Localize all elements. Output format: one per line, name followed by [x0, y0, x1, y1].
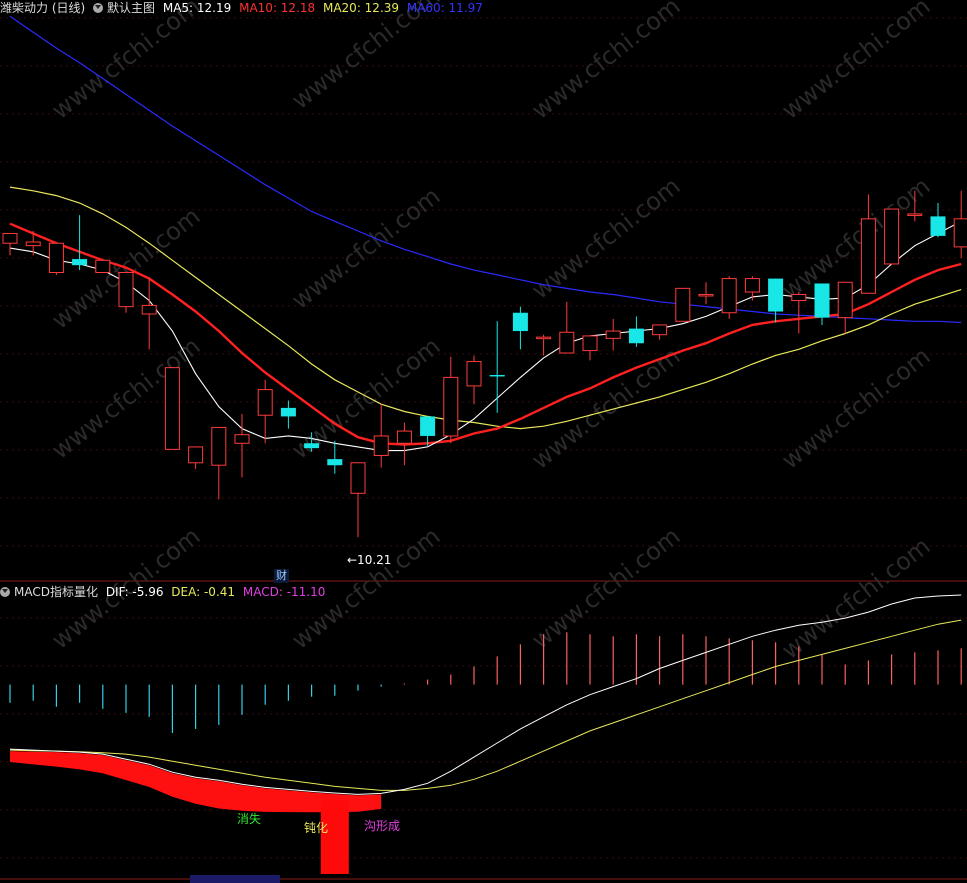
candle-body [234, 434, 250, 444]
macd-big-red-bar [320, 800, 349, 874]
date-axis-marker [190, 875, 280, 883]
candle-body [118, 271, 134, 308]
xiaoshi-label: 消失 [237, 812, 262, 826]
candle-body [930, 216, 946, 236]
watermark-text: www.cfchi.com [46, 332, 205, 465]
candle-body [48, 242, 64, 273]
watermark-text: www.cfchi.com [526, 172, 685, 305]
candle-body [443, 376, 459, 437]
candle-body [907, 213, 923, 216]
candle-body [698, 293, 714, 297]
candle-body [814, 283, 830, 318]
candle-body [304, 443, 320, 449]
candle-body [257, 389, 273, 416]
candle-body [628, 328, 644, 344]
candle-body [768, 278, 784, 312]
watermarks: www.cfchi.com www.cfchi.com www.cfchi.com w… [46, 0, 935, 665]
watermark-text: www.cfchi.com [286, 182, 445, 315]
candle-body [72, 259, 88, 266]
dea-value: DEA: -0.41 [171, 585, 236, 599]
candle-body [582, 335, 598, 352]
low-price-label: ←10.21 [347, 553, 392, 567]
candle-body [675, 287, 691, 322]
candle-body [512, 312, 528, 332]
dea-line [9, 619, 962, 791]
ma20-value: MA20: 12.39 [322, 1, 400, 15]
candle-body [327, 459, 343, 466]
candle-body [953, 218, 967, 248]
candle-body [25, 241, 41, 247]
candle-body [652, 324, 668, 336]
candle-body [837, 281, 853, 319]
candle-body [489, 374, 505, 377]
macd-header: MACD指标量化 DIF: -5.96 DEA: -0.41 MACD: -11… [0, 584, 329, 600]
watermark-text: www.cfchi.com [776, 172, 935, 305]
candle-body [791, 293, 807, 302]
main-header: 潍柴动力 (日线) 默认主图 MA5: 12.19 MA10: 12.18 MA… [0, 0, 487, 16]
dropdown-icon[interactable] [0, 587, 10, 597]
candle-body [466, 361, 482, 387]
candle-body [744, 278, 760, 293]
candle-body [536, 336, 552, 340]
candle-body [605, 330, 621, 339]
watermark-text: www.cfchi.com [526, 342, 685, 475]
gouxingcheng-label: 沟形成 [364, 819, 401, 833]
cai-badge[interactable]: 财 [274, 569, 289, 583]
stock-name[interactable]: 潍柴动力 (日线) [0, 1, 85, 15]
candle-body [164, 367, 180, 450]
watermark-text: www.cfchi.com [286, 0, 445, 115]
candle-body [350, 462, 366, 494]
candle-body [559, 331, 575, 354]
watermark-text: www.cfchi.com [776, 0, 935, 125]
watermark-text: www.cfchi.com [776, 342, 935, 475]
candle-body [141, 304, 157, 315]
watermark-text: www.cfchi.com [46, 0, 205, 125]
candle-body [211, 426, 227, 466]
candle-body [721, 278, 737, 314]
dif-value: DIF: -5.96 [105, 585, 164, 599]
ma5-value: MA5: 12.19 [162, 1, 232, 15]
candle-body [95, 259, 111, 273]
candle-body [373, 435, 389, 456]
kline-chart[interactable]: www.cfchi.com www.cfchi.com www.cfchi.com w… [0, 0, 967, 883]
ma60-value: MA60: 11.97 [406, 1, 483, 15]
watermark-text: www.cfchi.com [526, 522, 685, 655]
candle-body [884, 208, 900, 265]
macd-value: MACD: -11.10 [242, 585, 326, 599]
watermark-text: www.cfchi.com [526, 0, 685, 125]
macd-name[interactable]: MACD指标量化 [14, 585, 98, 599]
candle-body [2, 232, 18, 244]
chart-name[interactable]: 默认主图 [107, 1, 155, 15]
dropdown-icon[interactable] [93, 3, 104, 13]
candle-body [396, 430, 412, 444]
candle-body [420, 416, 436, 436]
candle-body [860, 218, 876, 294]
ma10-value: MA10: 12.18 [239, 1, 316, 15]
candle-body [280, 407, 296, 417]
candle-body [188, 446, 204, 464]
dunhua-label: 钝化 [304, 821, 329, 835]
